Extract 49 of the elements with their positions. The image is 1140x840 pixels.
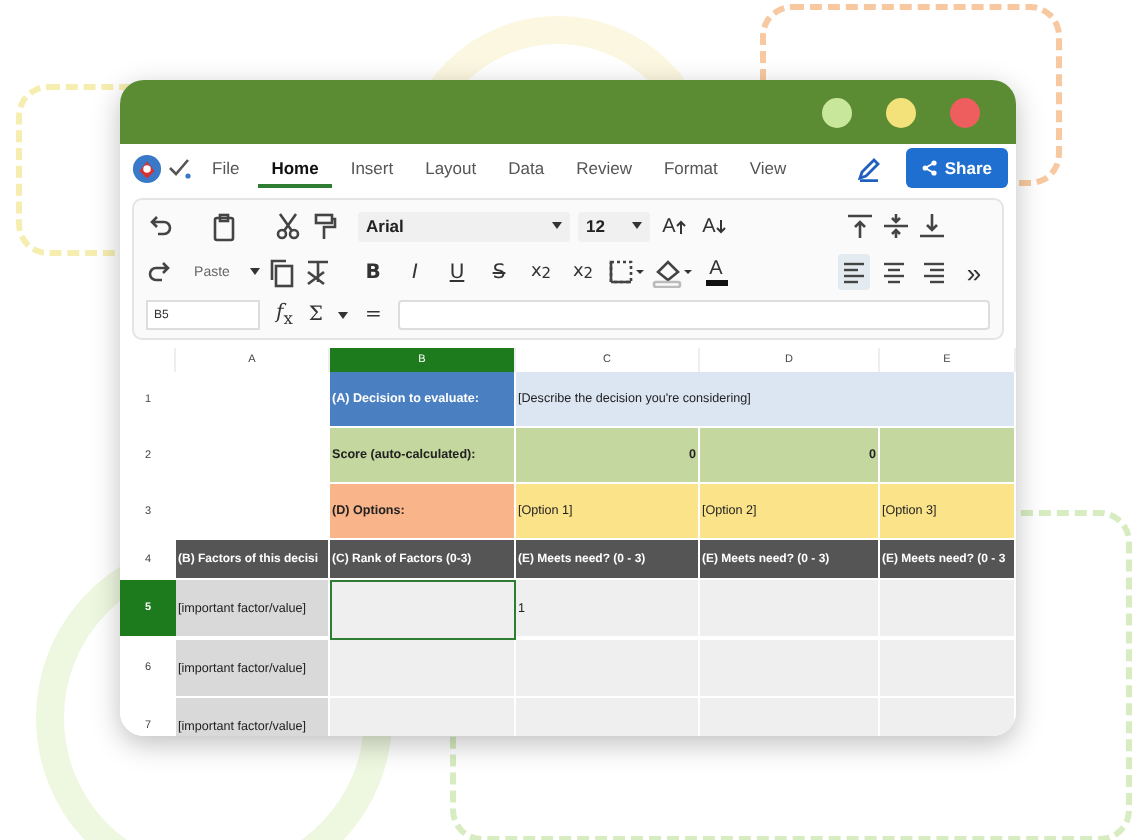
scissors-icon[interactable] (274, 212, 302, 240)
share-button[interactable]: Share (906, 148, 1008, 188)
window-control-button[interactable] (886, 97, 916, 127)
caret-icon[interactable] (552, 222, 562, 230)
arrow-up-icon (675, 219, 686, 233)
font-color-button[interactable]: A (700, 254, 732, 290)
format-button[interactable]: U (440, 254, 474, 290)
pen-icon[interactable] (856, 155, 883, 181)
redo-icon[interactable] (146, 260, 174, 284)
borders-icon[interactable] (608, 258, 644, 286)
menu-tab[interactable]: Insert (336, 148, 408, 188)
paint-roller-icon[interactable] (310, 212, 338, 240)
align-middle-icon[interactable] (882, 212, 910, 240)
copy-icon[interactable] (268, 257, 296, 287)
table-cell[interactable] (330, 580, 516, 640)
menu-tab[interactable]: Home (257, 148, 333, 188)
share-icon (922, 160, 939, 176)
align-top-icon[interactable] (846, 212, 874, 240)
caret-icon[interactable] (338, 311, 349, 319)
caret-icon[interactable] (632, 222, 642, 230)
logo-icon (132, 153, 162, 183)
align-bottom-icon[interactable] (918, 212, 946, 240)
clipboard-icon[interactable] (210, 211, 238, 241)
increase-font-button[interactable]: A (658, 208, 690, 244)
more-button[interactable]: » (958, 254, 990, 290)
arrow-down-icon (715, 219, 726, 233)
menu-tab[interactable]: Review (562, 148, 646, 188)
menu-tab[interactable]: Layout (411, 148, 491, 188)
menu-tab[interactable]: Format (649, 148, 732, 188)
formula-input[interactable] (397, 300, 990, 330)
sum-button[interactable]: Σ (308, 304, 323, 326)
undo-icon[interactable] (146, 214, 174, 238)
checkmark-icon[interactable] (166, 156, 194, 180)
clear-format-icon[interactable] (304, 258, 332, 286)
format-button[interactable]: I (398, 254, 432, 290)
caret-icon[interactable] (250, 268, 260, 276)
function-button[interactable]: f$_{x}$ (276, 302, 293, 328)
font-dropdown[interactable]: Arial (358, 211, 570, 241)
format-button[interactable]: B (356, 254, 390, 290)
align-left-button[interactable] (838, 254, 870, 290)
menu-tab[interactable]: Data (494, 148, 559, 188)
menu-tab[interactable]: View (735, 148, 801, 188)
font-size-dropdown[interactable]: 12 (578, 211, 650, 241)
format-button[interactable]: S (482, 254, 516, 290)
menu-tab[interactable]: File (198, 148, 254, 188)
equals-button[interactable]: = (364, 304, 382, 326)
window-control-button[interactable] (822, 97, 852, 127)
decrease-font-button[interactable]: A (698, 208, 730, 244)
fill-color-icon[interactable] (652, 256, 692, 288)
